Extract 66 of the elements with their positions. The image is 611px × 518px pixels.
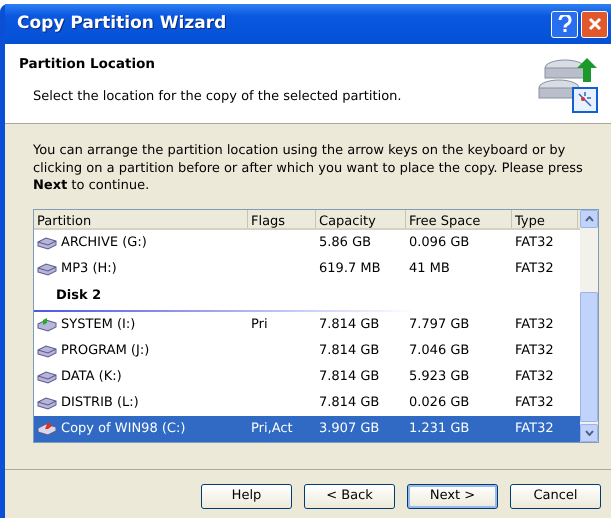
page-subtitle: Select the location for the copy of the selected partition. bbox=[33, 88, 403, 106]
page-title: Partition Location bbox=[19, 55, 156, 74]
table-cell-text: FAT32 bbox=[514, 420, 555, 438]
partition-row[interactable]: SYSTEM (I:) Pri 7.814 GB 7.797 GB FAT32 bbox=[34, 312, 580, 338]
scroll-thumb[interactable] bbox=[580, 292, 598, 422]
drive-icon bbox=[37, 422, 58, 436]
table-cell-text: 619.7 MB bbox=[318, 260, 382, 278]
column-header[interactable]: Partition bbox=[34, 210, 248, 228]
table-cell-text: FAT32 bbox=[514, 260, 555, 278]
partition-row[interactable]: MP3 (H:) 619.7 MB 41 MB FAT32 bbox=[34, 256, 580, 282]
drive-icon bbox=[37, 318, 58, 332]
partition-name: DATA (K:) bbox=[61, 368, 122, 386]
column-header[interactable]: Free Space bbox=[406, 210, 512, 228]
partition-row[interactable]: PROGRAM (J:) 7.814 GB 7.046 GB FAT32 bbox=[34, 338, 580, 364]
table-cell-text: 1.231 GB bbox=[408, 420, 470, 438]
drive-icon bbox=[37, 370, 58, 384]
column-header[interactable]: Capacity bbox=[316, 210, 406, 228]
partition-name: SYSTEM (I:) bbox=[61, 316, 136, 334]
wizard-button[interactable]: Next > bbox=[407, 484, 498, 509]
drive-icon bbox=[37, 262, 58, 276]
table-cell-text: 7.814 GB bbox=[318, 342, 380, 360]
partition-name: Copy of WIN98 (C:) bbox=[61, 420, 186, 438]
table-cell-text: FAT32 bbox=[514, 342, 555, 360]
table-cell-text: 7.814 GB bbox=[318, 368, 380, 386]
table-cell-text: 3.907 GB bbox=[318, 420, 380, 438]
column-header[interactable]: Type bbox=[512, 210, 578, 228]
disk-heading: Disk 2 bbox=[34, 282, 580, 312]
partition-name: PROGRAM (J:) bbox=[61, 342, 150, 360]
partition-row[interactable]: ARCHIVE (G:) 5.86 GB 0.096 GB FAT32 bbox=[34, 230, 580, 256]
table-cell-text: 7.814 GB bbox=[318, 394, 380, 412]
table-cell-text: FAT32 bbox=[514, 394, 555, 412]
wizard-button[interactable]: < Back bbox=[304, 484, 395, 509]
drive-icon bbox=[37, 236, 58, 250]
wizard-button[interactable]: Cancel bbox=[510, 484, 601, 509]
partition-row[interactable]: DISTRIB (L:) 7.814 GB 0.026 GB FAT32 bbox=[34, 390, 580, 416]
drive-icon bbox=[37, 344, 58, 358]
table-cell-text: Pri bbox=[250, 316, 269, 334]
partition-row[interactable]: DATA (K:) 7.814 GB 5.923 GB FAT32 bbox=[34, 364, 580, 390]
help-icon[interactable] bbox=[551, 10, 578, 38]
chevron-down-icon bbox=[584, 430, 594, 436]
window-title: Copy Partition Wizard bbox=[17, 12, 228, 36]
table-cell-text: 41 MB bbox=[408, 260, 451, 278]
table-cell-text: FAT32 bbox=[514, 316, 555, 334]
table-cell-text: 5.86 GB bbox=[318, 234, 372, 252]
partition-name: ARCHIVE (G:) bbox=[61, 234, 147, 252]
drive-icon bbox=[37, 396, 58, 410]
column-header[interactable]: Flags bbox=[248, 210, 316, 228]
instructions-text: You can arrange the partition location using the arrow keys on the keyboard or by clicking on a partition before or after which you want to place the copy. Please press Next to continue. bbox=[33, 142, 584, 195]
table-cell-text: 0.026 GB bbox=[408, 394, 470, 412]
close-icon[interactable] bbox=[581, 10, 608, 38]
partition-name: DISTRIB (L:) bbox=[61, 394, 139, 412]
table-cell-text: 7.797 GB bbox=[408, 316, 470, 334]
chevron-up-icon bbox=[584, 216, 594, 222]
scroll-down-button[interactable] bbox=[580, 424, 598, 442]
partition-name: MP3 (H:) bbox=[61, 260, 117, 278]
table-cell-text: 0.096 GB bbox=[408, 234, 470, 252]
wizard-button[interactable]: Help bbox=[201, 484, 292, 509]
scroll-up-button[interactable] bbox=[580, 210, 598, 228]
table-cell-text: 7.814 GB bbox=[318, 316, 380, 334]
table-cell-text: 7.046 GB bbox=[408, 342, 470, 360]
partition-row[interactable]: Copy of WIN98 (C:) Pri,Act 3.907 GB 1.231 GB FAT32 bbox=[34, 416, 580, 442]
table-cell-text: 5.923 GB bbox=[408, 368, 470, 386]
table-cell-text: FAT32 bbox=[514, 234, 555, 252]
scrollbar[interactable] bbox=[580, 210, 598, 442]
table-cell-text: FAT32 bbox=[514, 368, 555, 386]
table-cell-text: Pri,Act bbox=[250, 420, 294, 438]
